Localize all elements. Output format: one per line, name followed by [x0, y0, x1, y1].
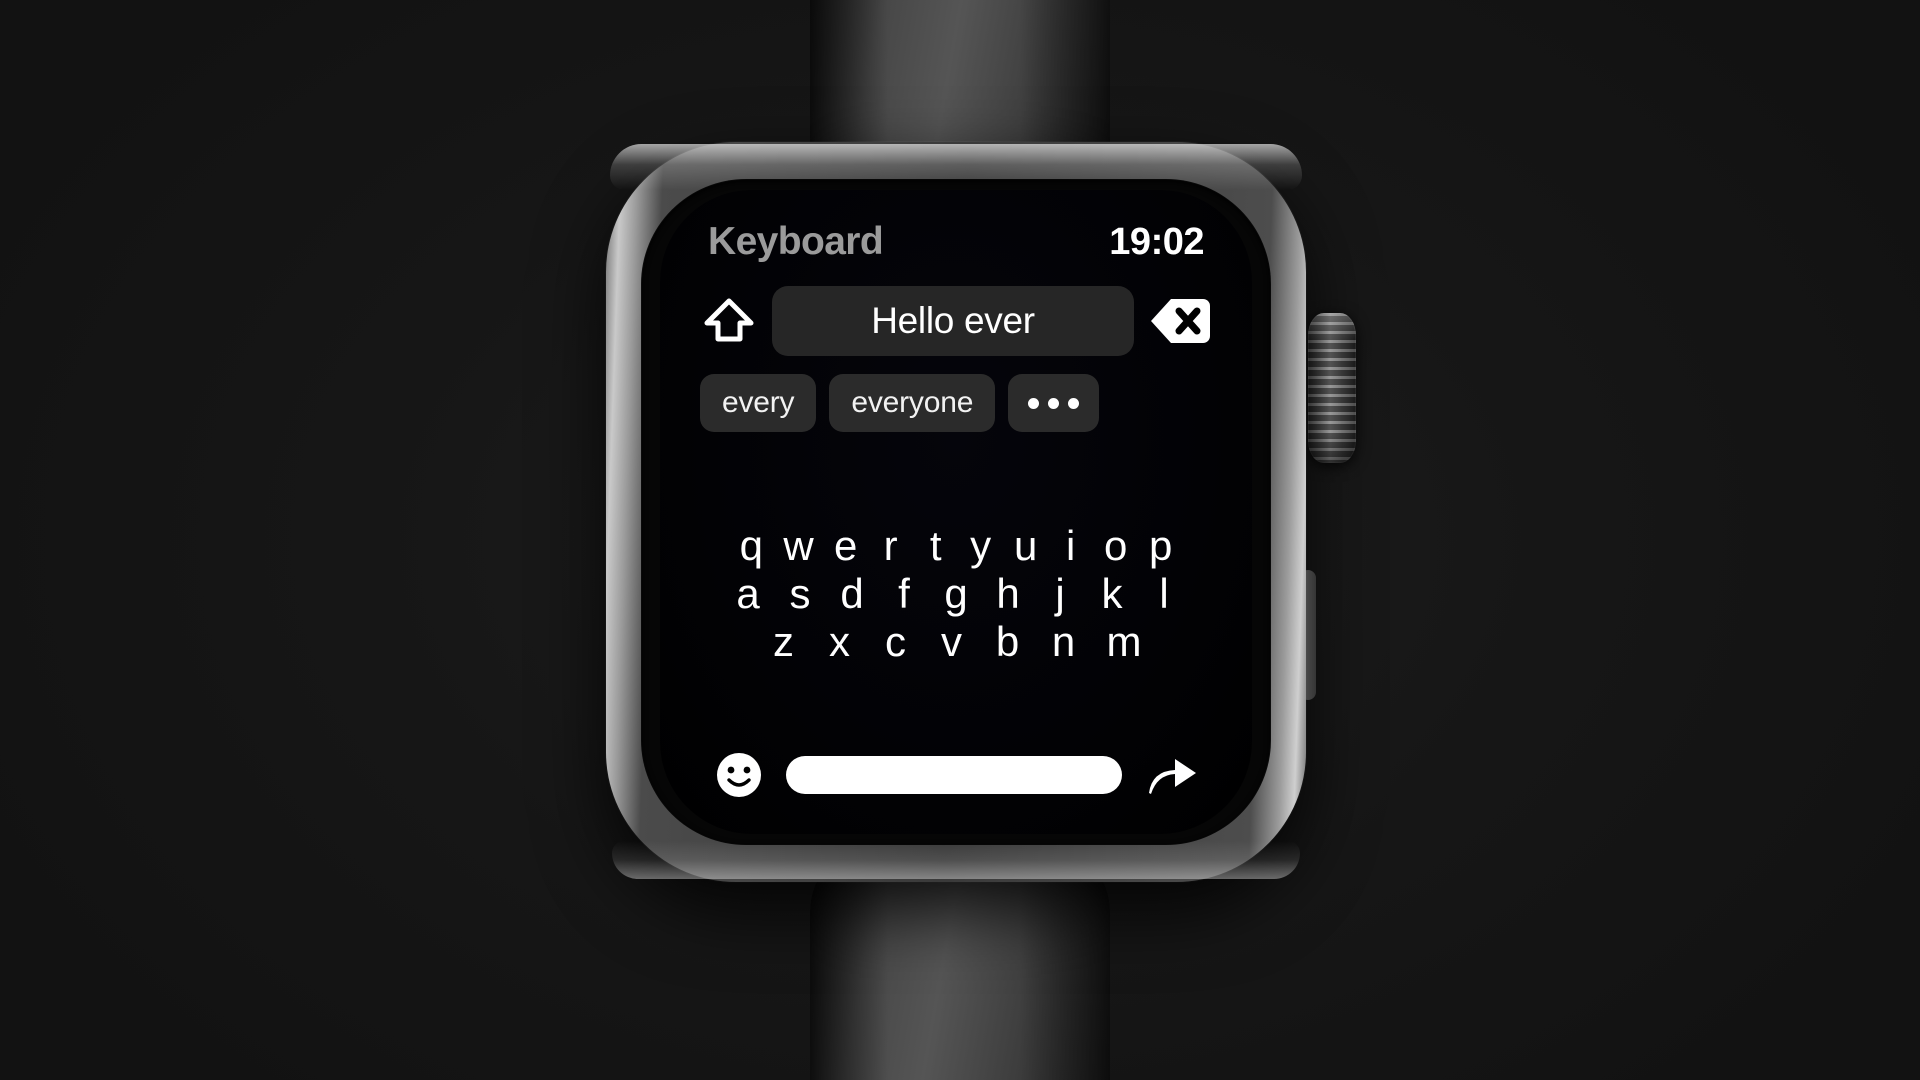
- suggestion-label: everyone: [851, 386, 974, 419]
- key-q[interactable]: q: [738, 525, 764, 567]
- keyboard-row-1: q w e r t y u i o p: [700, 525, 1212, 567]
- key-r[interactable]: r: [878, 525, 904, 567]
- digital-crown-highlight: [1308, 313, 1356, 463]
- keyboard-row-3: z x c v b n m: [700, 621, 1212, 663]
- space-bar-key[interactable]: [786, 756, 1122, 794]
- key-s[interactable]: s: [787, 573, 813, 615]
- key-w[interactable]: w: [783, 525, 813, 567]
- keyboard-row-2: a s d f g h j k l: [700, 573, 1212, 615]
- key-a[interactable]: a: [735, 573, 761, 615]
- send-key[interactable]: [1144, 750, 1200, 800]
- suggestion-row: every everyone: [700, 372, 1212, 434]
- key-o[interactable]: o: [1103, 525, 1129, 567]
- watch-screen: Keyboard 19:02 Hello ever every everyone…: [660, 190, 1252, 834]
- key-u[interactable]: u: [1013, 525, 1039, 567]
- app-title: Keyboard: [708, 220, 884, 263]
- text-input-value: Hello ever: [871, 300, 1035, 341]
- key-x[interactable]: x: [827, 621, 853, 663]
- suggestion-label: every: [722, 386, 795, 419]
- key-y[interactable]: y: [968, 525, 994, 567]
- digital-crown[interactable]: [1308, 313, 1356, 463]
- emoji-key[interactable]: [714, 750, 764, 800]
- status-bar-clock: 19:02: [1109, 221, 1204, 263]
- key-k[interactable]: k: [1099, 573, 1125, 615]
- key-i[interactable]: i: [1058, 525, 1084, 567]
- key-p[interactable]: p: [1148, 525, 1174, 567]
- key-h[interactable]: h: [995, 573, 1021, 615]
- key-n[interactable]: n: [1051, 621, 1077, 663]
- more-suggestions-button[interactable]: [1008, 374, 1100, 432]
- input-row: Hello ever: [700, 284, 1212, 358]
- key-d[interactable]: d: [839, 573, 865, 615]
- send-reply-arrow-icon: [1149, 759, 1196, 794]
- key-z[interactable]: z: [771, 621, 797, 663]
- shift-arrow-icon: [704, 298, 754, 342]
- key-t[interactable]: t: [923, 525, 949, 567]
- key-l[interactable]: l: [1151, 573, 1177, 615]
- key-c[interactable]: c: [883, 621, 909, 663]
- key-f[interactable]: f: [891, 573, 917, 615]
- key-m[interactable]: m: [1107, 621, 1142, 663]
- apple-watch-device: Keyboard 19:02 Hello ever every everyone…: [606, 142, 1306, 882]
- suggestion-chip-0[interactable]: every: [700, 374, 817, 432]
- key-e[interactable]: e: [833, 525, 859, 567]
- shift-key[interactable]: [700, 292, 758, 350]
- key-j[interactable]: j: [1047, 573, 1073, 615]
- status-bar: Keyboard 19:02: [700, 220, 1212, 276]
- text-input-field[interactable]: Hello ever: [772, 286, 1134, 356]
- key-g[interactable]: g: [943, 573, 969, 615]
- suggestion-chip-1[interactable]: everyone: [829, 374, 996, 432]
- keyboard: q w e r t y u i o p a s d f g h j k l z …: [700, 434, 1212, 742]
- scene: Keyboard 19:02 Hello ever every everyone…: [0, 0, 1920, 1080]
- backspace-delete-icon: [1151, 299, 1210, 343]
- key-v[interactable]: v: [939, 621, 965, 663]
- keyboard-bottom-bar: [700, 742, 1212, 808]
- key-b[interactable]: b: [995, 621, 1021, 663]
- delete-key[interactable]: [1148, 295, 1212, 347]
- ellipsis-more-icon: [1028, 397, 1080, 409]
- smiley-face-icon: [717, 753, 761, 797]
